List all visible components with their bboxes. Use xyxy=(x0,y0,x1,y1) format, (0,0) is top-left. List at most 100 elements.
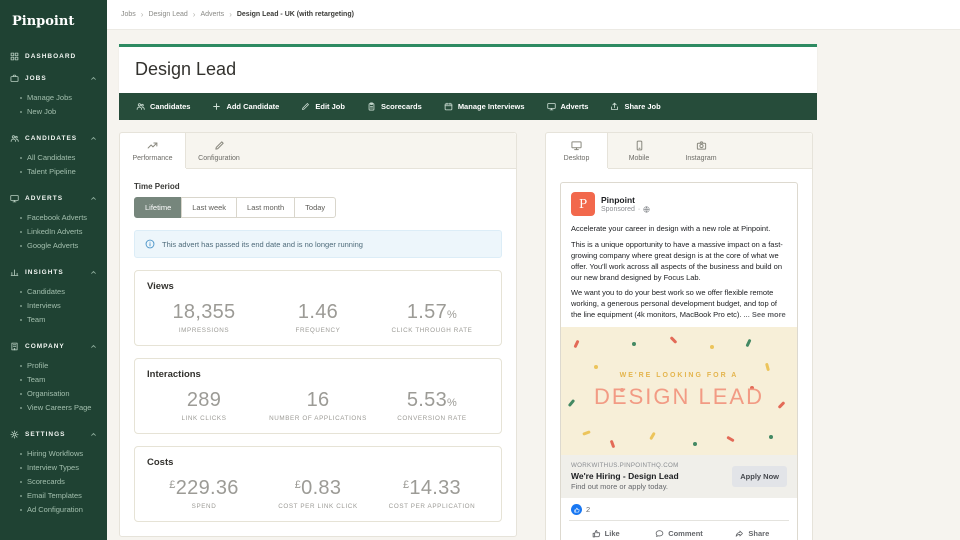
sidebar-item-adverts[interactable]: ADVERTS xyxy=(0,187,107,209)
sidebar-item-profile[interactable]: Profile xyxy=(0,359,107,373)
sidebar-item-company-team[interactable]: Team xyxy=(0,373,107,387)
stat-group-title: Costs xyxy=(147,457,489,468)
dashboard-icon xyxy=(10,52,19,61)
performance-panel: Performance Configuration Time Period Li… xyxy=(119,132,517,537)
sidebar-item-scorecards[interactable]: Scorecards xyxy=(0,475,107,489)
edit-job-button[interactable]: Edit Job xyxy=(290,93,356,120)
tab-mobile[interactable]: Mobile xyxy=(608,133,670,168)
action-label: Comment xyxy=(668,529,703,538)
tab-label: Desktop xyxy=(564,155,590,162)
ad-link-strip: WORKWITHUS.PINPOINTHQ.COM We're Hiring -… xyxy=(561,455,797,498)
comment-icon xyxy=(655,529,664,538)
stat-cost-per-application: £14.33 COST PER APPLICATION xyxy=(375,477,489,510)
tab-instagram[interactable]: Instagram xyxy=(670,133,732,168)
stat-group-interactions: Interactions 289 LINK CLICKS 16 NUMBER O… xyxy=(134,358,502,434)
adverts-icon xyxy=(10,194,19,203)
breadcrumb-jobs[interactable]: Jobs xyxy=(121,11,136,18)
stat-group-title: Interactions xyxy=(147,369,489,380)
page-title: Design Lead xyxy=(135,59,801,80)
sidebar-item-jobs[interactable]: JOBS xyxy=(0,67,107,89)
sidebar-item-company[interactable]: COMPANY xyxy=(0,335,107,357)
advertiser-name[interactable]: Pinpoint xyxy=(601,195,650,205)
sidebar-item-talent-pipeline[interactable]: Talent Pipeline xyxy=(0,165,107,179)
share-job-button[interactable]: Share Job xyxy=(599,93,671,120)
comment-button[interactable]: Comment xyxy=(642,523,715,540)
sidebar-section-label: ADVERTS xyxy=(25,195,63,202)
sidebar-item-all-candidates[interactable]: All Candidates xyxy=(0,151,107,165)
time-period-segmented-control: Lifetime Last week Last month Today xyxy=(134,197,336,218)
sidebar-section-adverts: ADVERTS Facebook Adverts LinkedIn Advert… xyxy=(0,187,107,261)
chart-icon xyxy=(10,268,19,277)
tab-performance[interactable]: Performance xyxy=(120,133,186,168)
ad-headline[interactable]: We're Hiring - Design Lead xyxy=(571,471,724,481)
chevron-up-icon[interactable] xyxy=(90,431,97,438)
pencil-icon xyxy=(301,102,310,111)
sidebar-subitems: Facebook Adverts LinkedIn Adverts Google… xyxy=(0,209,107,261)
ad-description: Find out more or apply today. xyxy=(571,482,724,491)
stat-spend: £229.36 SPEND xyxy=(147,477,261,510)
button-label: Adverts xyxy=(561,102,589,111)
chevron-up-icon[interactable] xyxy=(90,195,97,202)
breadcrumb-design-lead[interactable]: Design Lead xyxy=(148,11,187,18)
ad-link-domain: WORKWITHUS.PINPOINTHQ.COM xyxy=(571,462,724,469)
time-period-today[interactable]: Today xyxy=(294,197,336,218)
manage-interviews-button[interactable]: Manage Interviews xyxy=(433,93,536,120)
like-button[interactable]: Like xyxy=(569,523,642,540)
main-area: Jobs › Design Lead › Adverts › Design Le… xyxy=(107,0,960,540)
chevron-up-icon[interactable] xyxy=(90,269,97,276)
stat-link-clicks: 289 LINK CLICKS xyxy=(147,389,261,422)
sidebar-item-ad-configuration[interactable]: Ad Configuration xyxy=(0,503,107,517)
sidebar-section-label: CANDIDATES xyxy=(25,135,77,142)
sidebar-section-label: INSIGHTS xyxy=(25,269,64,276)
sidebar-item-dashboard[interactable]: DASHBOARD xyxy=(0,45,107,67)
sidebar-item-settings[interactable]: SETTINGS xyxy=(0,423,107,445)
sidebar-subitems: Hiring Workflows Interview Types Scoreca… xyxy=(0,445,107,525)
stat-group-title: Views xyxy=(147,281,489,292)
users-icon xyxy=(10,134,19,143)
sidebar-item-insights-team[interactable]: Team xyxy=(0,313,107,327)
add-candidate-button[interactable]: Add Candidate xyxy=(201,93,290,120)
ad-image-eyebrow: WE'RE LOOKING FOR A xyxy=(620,372,739,379)
globe-icon xyxy=(643,206,650,213)
stat-conversion-rate: 5.53% CONVERSION RATE xyxy=(375,389,489,422)
job-header-card: Design Lead xyxy=(119,44,817,93)
apply-now-button[interactable]: Apply Now xyxy=(732,466,787,487)
sidebar-section-candidates: CANDIDATES All Candidates Talent Pipelin… xyxy=(0,127,107,187)
sidebar-item-manage-jobs[interactable]: Manage Jobs xyxy=(0,91,107,105)
tab-label: Instagram xyxy=(685,155,716,162)
time-period-last-week[interactable]: Last week xyxy=(181,197,237,218)
sidebar-item-email-templates[interactable]: Email Templates xyxy=(0,489,107,503)
tab-label: Configuration xyxy=(198,155,240,162)
candidates-button[interactable]: Candidates xyxy=(125,93,201,120)
sidebar-item-linkedin-adverts[interactable]: LinkedIn Adverts xyxy=(0,225,107,239)
breadcrumb-adverts[interactable]: Adverts xyxy=(200,11,224,18)
tab-configuration[interactable]: Configuration xyxy=(186,133,252,168)
chevron-up-icon[interactable] xyxy=(90,343,97,350)
ad-body-text: Accelerate your career in design with a … xyxy=(561,224,797,321)
sidebar-item-interview-types[interactable]: Interview Types xyxy=(0,461,107,475)
sidebar-item-candidates[interactable]: CANDIDATES xyxy=(0,127,107,149)
tab-label: Mobile xyxy=(629,155,650,162)
sidebar-item-google-adverts[interactable]: Google Adverts xyxy=(0,239,107,253)
sidebar-section-label: JOBS xyxy=(25,75,47,82)
chevron-up-icon[interactable] xyxy=(90,75,97,82)
sidebar-item-hiring-workflows[interactable]: Hiring Workflows xyxy=(0,447,107,461)
thumbs-up-icon xyxy=(574,507,580,513)
share-button[interactable]: Share xyxy=(716,523,789,540)
scorecards-button[interactable]: Scorecards xyxy=(356,93,433,120)
tab-desktop[interactable]: Desktop xyxy=(546,133,608,168)
sidebar-item-organisation[interactable]: Organisation xyxy=(0,387,107,401)
adverts-button[interactable]: Adverts xyxy=(536,93,600,120)
time-period-lifetime[interactable]: Lifetime xyxy=(134,197,182,218)
sidebar-item-view-careers-page[interactable]: View Careers Page xyxy=(0,401,107,415)
calendar-icon xyxy=(444,102,453,111)
see-more-link[interactable]: See more xyxy=(752,310,786,319)
performance-tabbar: Performance Configuration xyxy=(120,133,516,169)
time-period-last-month[interactable]: Last month xyxy=(236,197,295,218)
sidebar-item-facebook-adverts[interactable]: Facebook Adverts xyxy=(0,211,107,225)
sidebar-item-insights-candidates[interactable]: Candidates xyxy=(0,285,107,299)
chevron-up-icon[interactable] xyxy=(90,135,97,142)
sidebar-item-new-job[interactable]: New Job xyxy=(0,105,107,119)
sidebar-item-insights[interactable]: INSIGHTS xyxy=(0,261,107,283)
sidebar-item-insights-interviews[interactable]: Interviews xyxy=(0,299,107,313)
